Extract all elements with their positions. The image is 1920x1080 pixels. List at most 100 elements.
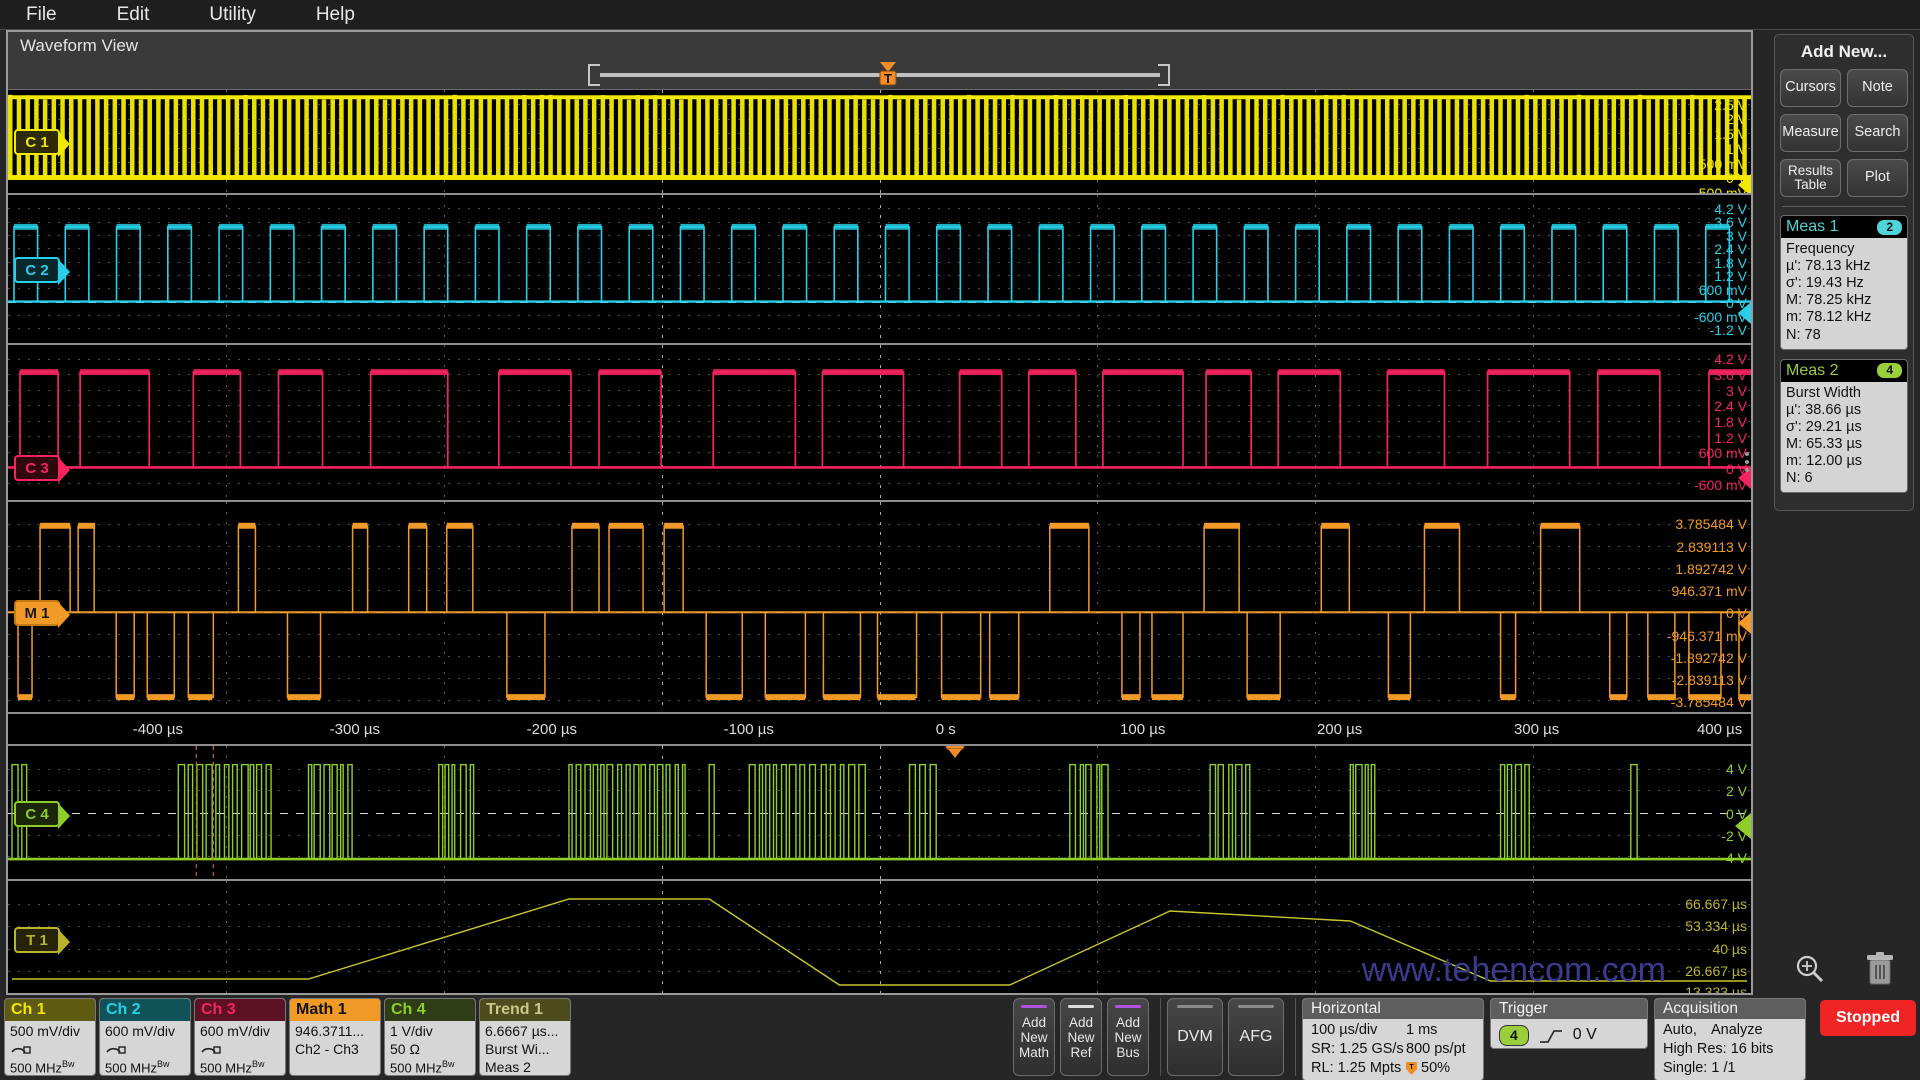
meas2-source-chip: 4 <box>1877 363 1902 379</box>
bottom-toolbar: Ch 1 500 mV/div 500 MHzBw Ch 2 600 mV/di… <box>0 995 1920 1080</box>
menu-item-utility[interactable]: Utility <box>195 2 269 28</box>
horizontal-record-length: RL: 1.25 Mpts <box>1311 1059 1402 1076</box>
channel-badge-ch3[interactable]: C 3 <box>14 455 70 483</box>
channel-marker-math1[interactable] <box>1738 612 1751 635</box>
channel-card-ch1[interactable]: Ch 1 500 mV/div 500 MHzBw <box>4 998 96 1076</box>
channel-card-ch4[interactable]: Ch 4 1 V/div 50 Ω 500 MHzBw <box>384 998 476 1076</box>
channel-card-ch2[interactable]: Ch 2 600 mV/div 500 MHzBw <box>99 998 191 1076</box>
add-plot-button[interactable]: Plot <box>1847 159 1908 197</box>
afg-button[interactable]: AFG <box>1228 998 1284 1076</box>
slice-ch3[interactable]: C 3 4.2 V 3.6 V 3 V 2.4 V 1.8 V 1.2 V 60… <box>8 345 1751 502</box>
math1-vertical-scale: 946.3711... <box>295 1023 365 1039</box>
meas1-type: Frequency <box>1786 241 1855 257</box>
add-new-title: Add New... <box>1800 42 1888 61</box>
meas2-title: Meas 2 <box>1786 361 1839 379</box>
trigger-title: Trigger <box>1491 999 1647 1019</box>
waveform-view-title: Waveform View <box>8 32 1751 60</box>
trace-ch3 <box>8 369 1751 469</box>
channel-badge-math1[interactable]: M 1 <box>14 600 70 628</box>
channel-badge-ch2[interactable]: C 2 <box>14 257 70 285</box>
acquisition-panel[interactable]: Acquisition Auto, Analyze High Res: 16 bi… <box>1654 998 1806 1080</box>
channel-badge-trend1[interactable]: T 1 <box>14 927 70 955</box>
afg-tag <box>1238 1005 1274 1008</box>
slice-ch1[interactable]: C 1 2.5 V 2 V 1.5 V 1 V 500 mV 0 V -500 … <box>8 90 1751 195</box>
slice-ch2[interactable]: C 2 4.2 V 3.6 V 3 V 2.4 V 1.8 V 1.2 V 60… <box>8 195 1751 345</box>
panel-divider <box>1782 206 1906 207</box>
meas2-min: m: 12.00 µs <box>1786 453 1863 470</box>
meas1-max: M: 78.25 kHz <box>1786 292 1872 309</box>
menu-item-edit[interactable]: Edit <box>103 2 164 28</box>
trigger-point-marker[interactable]: T <box>944 746 966 758</box>
horizontal-position: 50% <box>1421 1059 1451 1076</box>
panel-resize-gripper[interactable] <box>1742 432 1751 492</box>
acquisition-title: Acquisition <box>1655 999 1805 1019</box>
trace-ch1 <box>8 94 1751 180</box>
probe-icon <box>201 1046 221 1054</box>
ch3-bw-sup: Bw <box>252 1058 265 1069</box>
channel-marker-ch2[interactable] <box>1738 301 1751 324</box>
add-search-button[interactable]: Search <box>1847 114 1908 152</box>
meas2-type: Burst Width <box>1786 384 1861 401</box>
channel-card-math1[interactable]: Math 1 946.3711... Ch2 - Ch3 <box>289 998 381 1076</box>
overview-bracket-left[interactable] <box>588 64 600 86</box>
meas1-min: m: 78.12 kHz <box>1786 309 1872 326</box>
meas1-mean: µ': 78.13 kHz <box>1786 258 1871 275</box>
add-cursors-button[interactable]: Cursors <box>1780 69 1841 107</box>
meas2-mean: µ': 38.66 µs <box>1786 401 1862 418</box>
add-new-ref-button[interactable]: Add New Ref <box>1060 998 1102 1076</box>
plot-area[interactable]: C 1 2.5 V 2 V 1.5 V 1 V 500 mV 0 V -500 … <box>8 90 1751 993</box>
trigger-level-marker-ch4[interactable] <box>1735 812 1751 839</box>
ch4-vertical-scale: 1 V/div <box>390 1023 433 1039</box>
add-new-bus-button[interactable]: Add New Bus <box>1107 998 1149 1076</box>
add-measure-button[interactable]: Measure <box>1780 114 1841 152</box>
channel-card-ch3[interactable]: Ch 3 600 mV/div 500 MHzBw <box>194 998 286 1076</box>
add-results-table-button[interactable]: Results Table <box>1780 159 1841 197</box>
add-new-ref-label: Add New Ref <box>1067 1015 1095 1061</box>
ch2-bandwidth: 500 MHz <box>105 1060 158 1076</box>
horizontal-panel[interactable]: Horizontal 100 µs/div 1 ms SR: 1.25 GS/s 8… <box>1302 998 1484 1080</box>
slice-math1[interactable]: M 1 3.785484 V 2.839113 V 1.892742 V 946… <box>8 502 1751 714</box>
slice-ch4[interactable]: C 4 4 V 2 V 0 V -2 V -4 V T <box>8 746 1751 881</box>
meas1-sigma: σ': 19.43 Hz <box>1786 275 1864 292</box>
svg-text:T: T <box>884 71 892 86</box>
waveform-overview-bar[interactable]: T <box>8 60 1751 90</box>
trigger-panel[interactable]: Trigger 4 0 V <box>1490 998 1648 1049</box>
overview-trigger-marker[interactable]: T <box>876 62 900 90</box>
svg-text:T: T <box>1409 1064 1414 1071</box>
trace-ch2 <box>8 223 1751 303</box>
meas1-count: N: 78 <box>1786 326 1821 343</box>
meas2-count: N: 6 <box>1786 470 1813 487</box>
channel-marker-ch1[interactable] <box>1738 174 1751 193</box>
channel-card-trend1[interactable]: Trend 1 6.6667 µs... Burst Wi... Meas 2 <box>479 998 571 1076</box>
ch4-label: Ch 4 <box>385 999 475 1021</box>
ch4-bw-sup: Bw <box>442 1058 455 1069</box>
meas2-max: M: 65.33 µs <box>1786 435 1863 452</box>
menu-item-file[interactable]: File <box>12 2 71 28</box>
add-new-math-label: Add New Math <box>1018 1015 1049 1061</box>
add-new-panel: Add New... Cursors Note Measure Search R… <box>1774 34 1914 512</box>
afg-label: AFG <box>1239 1028 1273 1045</box>
dvm-label: DVM <box>1177 1028 1213 1045</box>
zoom-search-icon[interactable] <box>1791 951 1829 989</box>
trigger-position-icon: T <box>1406 1061 1417 1075</box>
meas1-source-chip: 2 <box>1877 219 1902 235</box>
run-stop-button[interactable]: Stopped <box>1820 1000 1916 1036</box>
add-note-button[interactable]: Note <box>1847 69 1908 107</box>
trend1-source-measure: Burst Wi... <box>485 1040 550 1057</box>
add-new-math-button[interactable]: Add New Math <box>1013 998 1055 1076</box>
time-axis: -400 µs -300 µs -200 µs -100 µs 0 s 100 … <box>8 714 1751 746</box>
trend1-scale: 6.6667 µs... <box>485 1023 559 1039</box>
measurement-badge-meas2[interactable]: Meas 2 4 Burst Width µ': 38.66 µs σ': 29… <box>1780 358 1908 494</box>
channel-badge-ch1[interactable]: C 1 <box>14 129 70 157</box>
horizontal-title: Horizontal <box>1303 999 1483 1019</box>
measurement-badge-meas1[interactable]: Meas 1 2 Frequency µ': 78.13 kHz σ': 19.… <box>1780 215 1908 350</box>
trash-icon[interactable] <box>1862 949 1898 989</box>
horizontal-scale: 100 µs/div <box>1311 1022 1378 1038</box>
trend1-source-badge: Meas 2 <box>485 1058 531 1075</box>
acq-resolution: High Res: 16 bits <box>1663 1040 1774 1057</box>
rising-edge-icon <box>1539 1029 1562 1043</box>
menu-item-help[interactable]: Help <box>302 2 369 28</box>
channel-badge-ch4[interactable]: C 4 <box>14 801 70 829</box>
slice-trend1[interactable]: T 1 66.667 µs 53.334 µs 40 µs 26.667 µs … <box>8 881 1751 993</box>
dvm-button[interactable]: DVM <box>1167 998 1223 1076</box>
